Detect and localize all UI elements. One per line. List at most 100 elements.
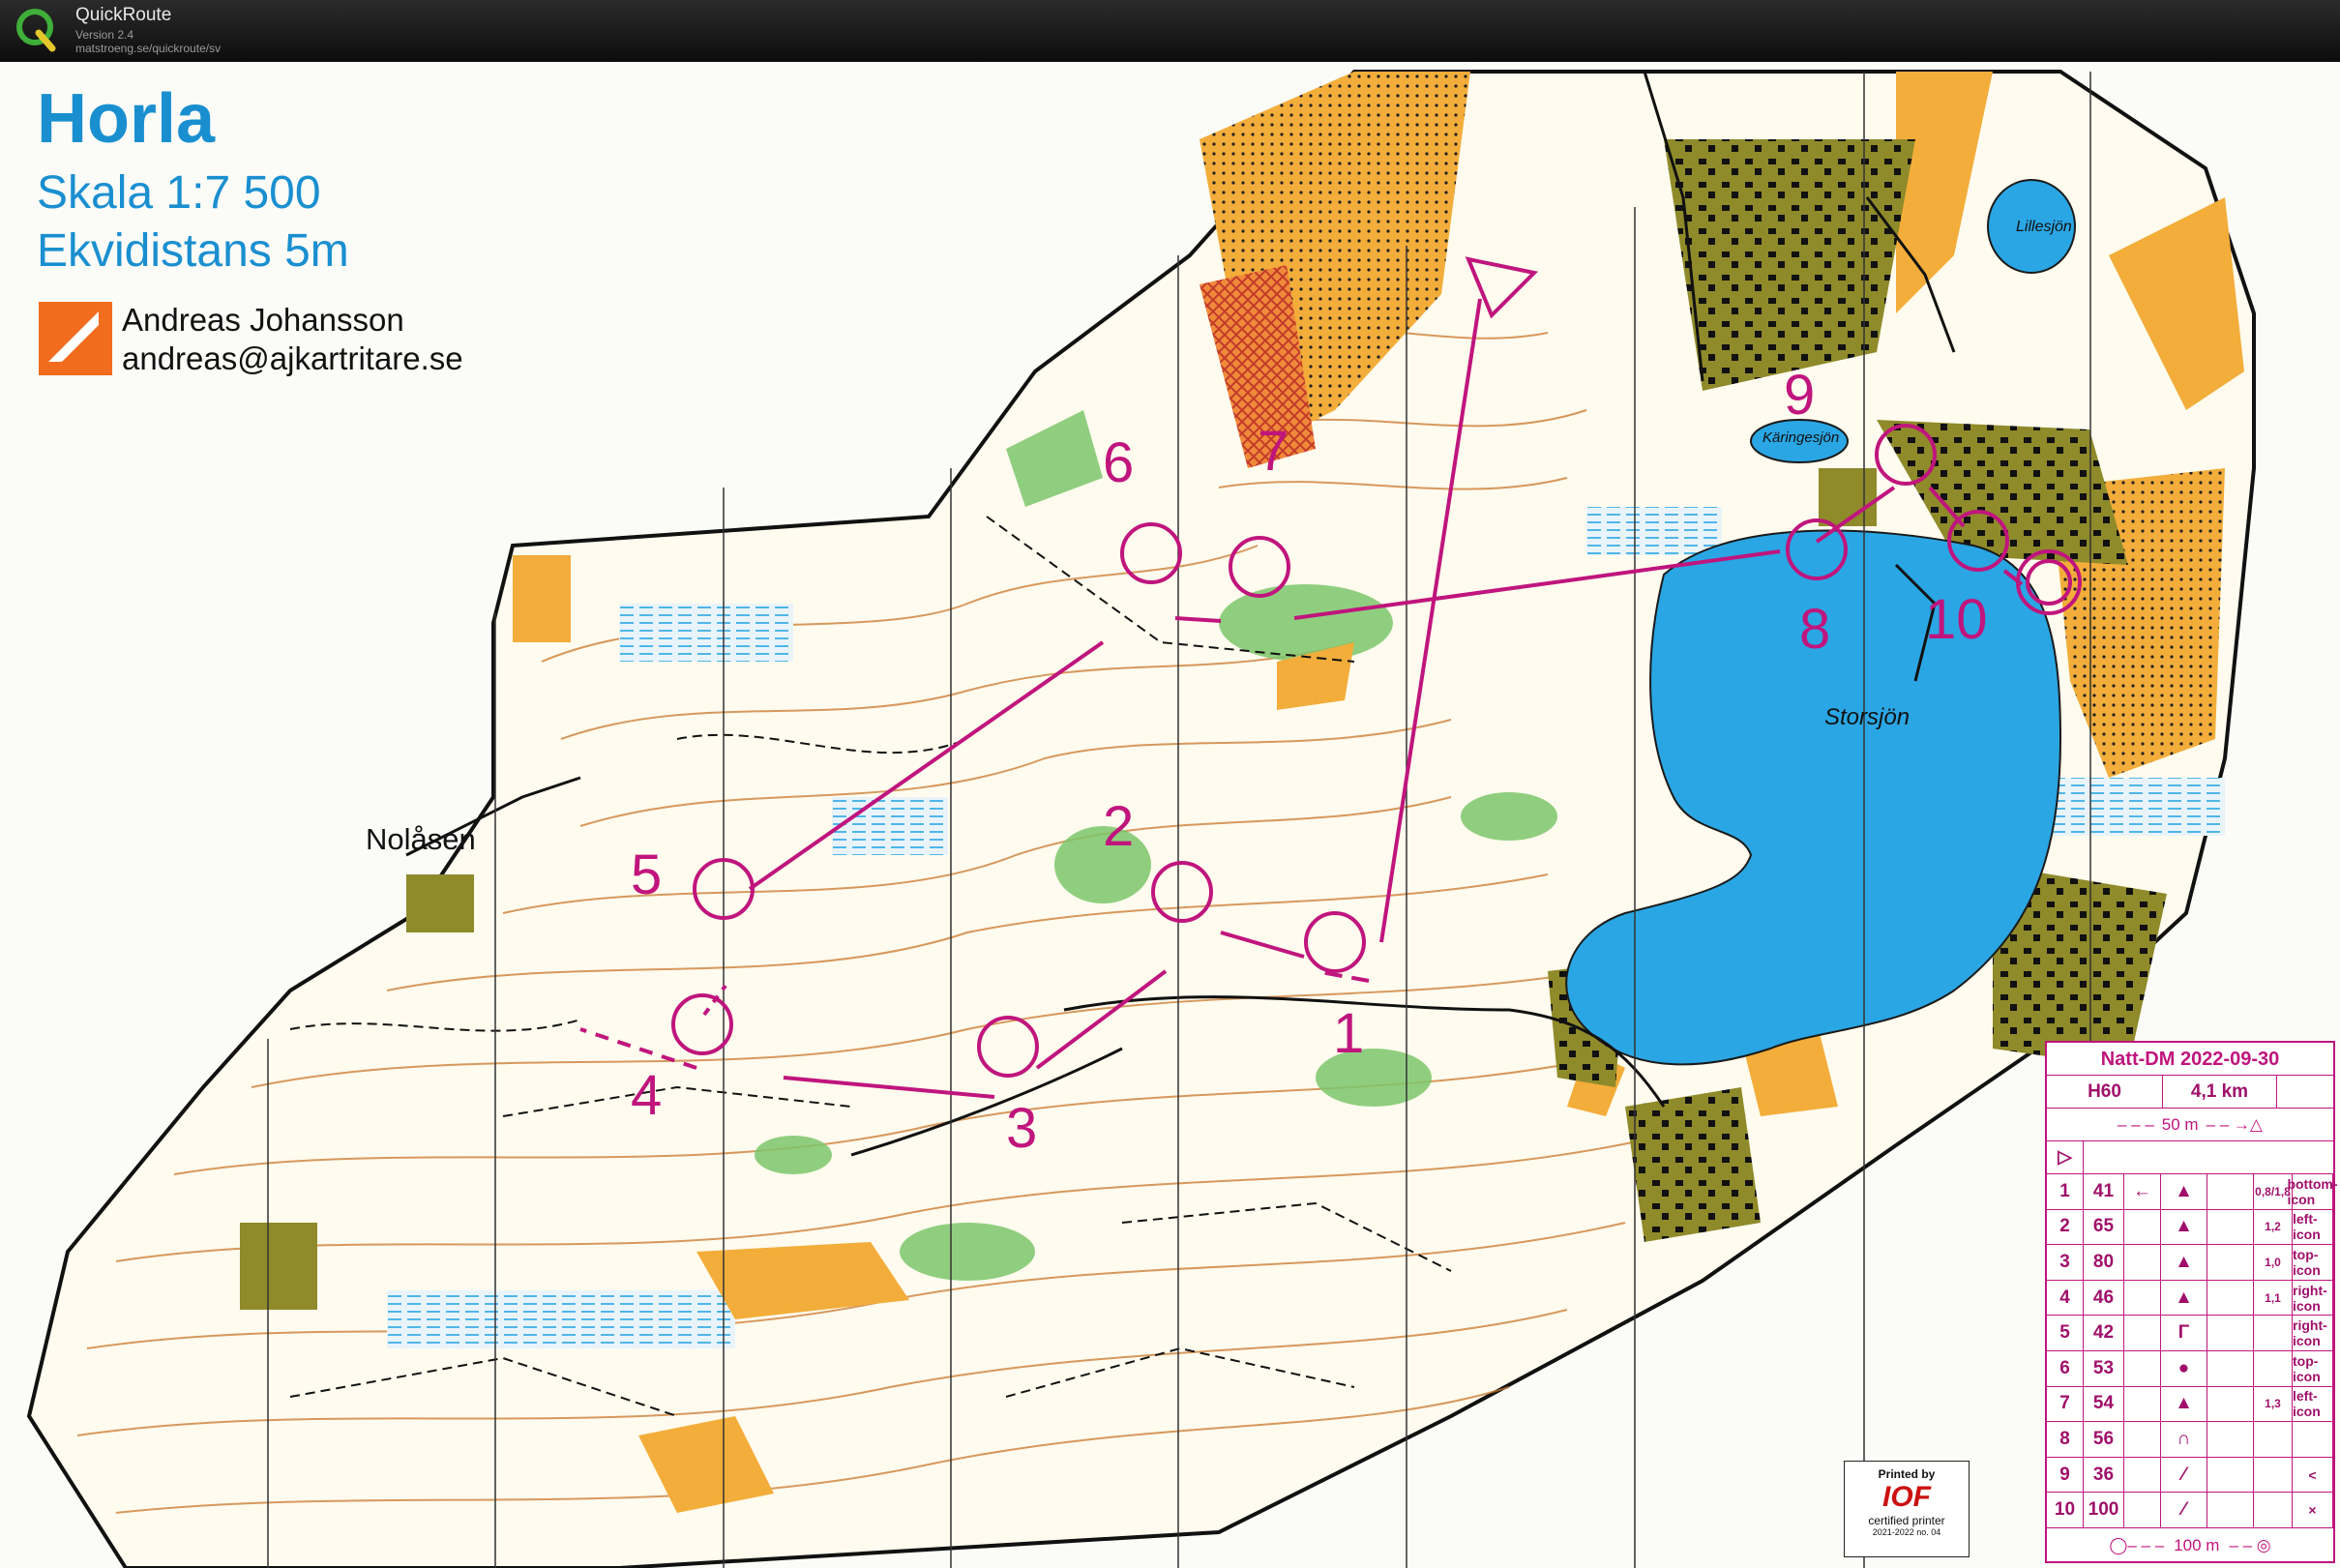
orienteering-map[interactable]: Horla Skala 1:7 500 Ekvidistans 5m Andre…	[0, 62, 2340, 1568]
description-feature-icon: Γ	[2161, 1316, 2207, 1350]
description-row: 2 65 ▲ 1,2 left-icon	[2047, 1209, 2333, 1246]
description-direction	[2124, 1386, 2161, 1422]
description-row: 10 100 ⁄ ×	[2047, 1493, 2333, 1528]
description-control-code: 56	[2084, 1422, 2124, 1457]
description-control-code: 80	[2084, 1245, 2124, 1280]
description-row: 3 80 ▲ 1,0 top-icon	[2047, 1245, 2333, 1281]
description-row: 7 54 ▲ 1,3 left-icon	[2047, 1386, 2333, 1423]
description-appearance	[2207, 1493, 2254, 1527]
map-graphic	[26, 70, 2256, 1568]
control-number-8: 8	[1799, 598, 1831, 661]
description-feature-icon: ▲	[2161, 1174, 2207, 1209]
description-position-icon: right-icon	[2293, 1280, 2333, 1316]
start-triangle-icon: ▷	[2047, 1141, 2084, 1173]
control-number-4: 4	[631, 1064, 663, 1127]
description-position-icon: right-icon	[2293, 1316, 2333, 1350]
description-control-code: 46	[2084, 1280, 2124, 1316]
control-number-7: 7	[1258, 420, 1289, 483]
description-appearance	[2207, 1386, 2254, 1422]
description-feature-icon: ⁄	[2161, 1493, 2207, 1527]
place-label-storsjon: Storsjön	[1824, 704, 1911, 730]
description-appearance	[2207, 1209, 2254, 1245]
description-position-icon: ×	[2293, 1493, 2333, 1527]
printed-by-label: Printed by	[1878, 1467, 1936, 1481]
description-control-number: 3	[2047, 1245, 2084, 1280]
description-length: 4,1 km	[2163, 1076, 2277, 1108]
description-position-icon: left-icon	[2293, 1209, 2333, 1245]
description-control-code: 42	[2084, 1316, 2124, 1350]
description-control-number: 7	[2047, 1386, 2084, 1422]
description-position-icon: bottom-icon	[2287, 1174, 2338, 1209]
map-title: Horla	[37, 80, 216, 158]
finish-tape-label: 100 m	[2174, 1536, 2220, 1554]
printer-season-label: 2021-2022 no. 04	[1872, 1527, 1941, 1537]
description-direction	[2124, 1209, 2161, 1245]
description-dimensions: 1,3	[2254, 1386, 2293, 1422]
certified-printer-label: certified printer	[1868, 1514, 1945, 1527]
description-direction	[2124, 1245, 2161, 1280]
description-feature-icon: ▲	[2161, 1386, 2207, 1422]
description-position-icon	[2293, 1422, 2333, 1457]
description-position-icon: <	[2293, 1457, 2333, 1493]
description-appearance	[2207, 1457, 2254, 1493]
description-direction	[2124, 1457, 2161, 1493]
description-finish-tape: ◯– – – 100 m – – ◎	[2047, 1530, 2333, 1561]
description-control-number: 9	[2047, 1457, 2084, 1493]
description-dimensions	[2254, 1493, 2293, 1527]
description-row: 8 56 ∩	[2047, 1422, 2333, 1458]
description-appearance	[2207, 1351, 2254, 1386]
description-row: 1 41 ← ▲ 0,8/1,8 bottom-icon	[2047, 1174, 2338, 1210]
description-event: Natt-DM 2022-09-30	[2047, 1043, 2333, 1076]
iof-certified-printer-badge: Printed by IOF certified printer 2021-20…	[1844, 1461, 1970, 1557]
description-appearance	[2207, 1316, 2254, 1350]
start-tape-label: 50 m	[2161, 1114, 2199, 1134]
description-start-row: ▷	[2047, 1141, 2333, 1174]
control-number-1: 1	[1333, 1002, 1365, 1065]
description-control-code: 53	[2084, 1351, 2124, 1386]
control-number-5: 5	[631, 843, 663, 906]
description-direction	[2124, 1280, 2161, 1316]
description-dimensions	[2254, 1457, 2293, 1493]
description-row: 9 36 ⁄ <	[2047, 1457, 2333, 1494]
finish-double-circle-icon: – – ◎	[2229, 1536, 2271, 1554]
description-control-number: 1	[2047, 1174, 2084, 1209]
description-dimensions	[2254, 1316, 2293, 1350]
description-class-row: H60 4,1 km	[2047, 1076, 2333, 1109]
description-control-code: 41	[2084, 1174, 2124, 1209]
description-position-icon: left-icon	[2293, 1386, 2333, 1422]
app-name: QuickRoute	[75, 5, 172, 25]
description-control-code: 54	[2084, 1386, 2124, 1422]
description-control-number: 6	[2047, 1351, 2084, 1386]
description-appearance	[2207, 1174, 2254, 1209]
description-feature-icon: ▲	[2161, 1280, 2207, 1316]
description-feature-icon: ⁄	[2161, 1457, 2207, 1493]
description-dimensions: 1,1	[2254, 1280, 2293, 1316]
description-row: 6 53 ● top-icon	[2047, 1351, 2333, 1387]
description-direction	[2124, 1422, 2161, 1457]
description-control-number: 4	[2047, 1280, 2084, 1316]
description-direction	[2124, 1493, 2161, 1527]
description-class: H60	[2047, 1076, 2163, 1108]
start-tape-icon: – – –	[2117, 1114, 2154, 1134]
description-control-number: 10	[2047, 1493, 2084, 1527]
description-feature-icon: ∩	[2161, 1422, 2207, 1457]
contour-interval: Ekvidistans 5m	[37, 225, 349, 277]
title-bar: QuickRoute Version 2.4 matstroeng.se/qui…	[0, 0, 2340, 62]
description-control-code: 100	[2084, 1493, 2124, 1527]
iof-logo-icon: IOF	[1882, 1481, 1931, 1513]
description-control-number: 5	[2047, 1316, 2084, 1350]
description-feature-icon: ▲	[2161, 1245, 2207, 1280]
description-position-icon: top-icon	[2293, 1351, 2333, 1386]
description-appearance	[2207, 1280, 2254, 1316]
description-dimensions	[2254, 1422, 2293, 1457]
place-label-karringesjon: Käringesjön	[1762, 429, 1840, 446]
description-dimensions: 1,0	[2254, 1245, 2293, 1280]
description-position-icon: top-icon	[2293, 1245, 2333, 1280]
description-direction	[2124, 1316, 2161, 1350]
description-dimensions	[2254, 1351, 2293, 1386]
control-description-sheet: Natt-DM 2022-09-30 H60 4,1 km – – – 50 m…	[2045, 1041, 2338, 1563]
app-version: Version 2.4	[75, 28, 134, 42]
control-number-10: 10	[1925, 588, 1988, 651]
control-number-9: 9	[1784, 364, 1816, 427]
description-control-number: 2	[2047, 1209, 2084, 1245]
